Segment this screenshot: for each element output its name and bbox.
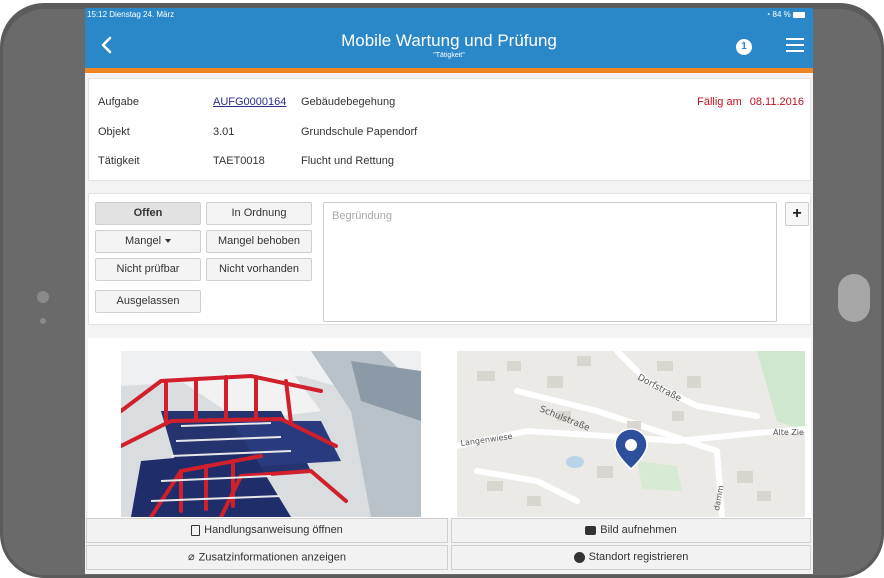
app-header: Mobile Wartung und Prüfung "Tätigkeit" 1 <box>85 22 813 68</box>
status-ausgelassen-button[interactable]: Ausgelassen <box>95 290 201 313</box>
status-mangel-dropdown[interactable]: Mangel <box>95 230 201 253</box>
battery-icon <box>793 11 805 18</box>
status-offen-button[interactable]: Offen <box>95 202 201 225</box>
battery-level: 84 % <box>772 10 791 19</box>
staircase-photo <box>121 351 421 517</box>
map-street-label: Alte Zie <box>773 428 804 437</box>
due-label: Fällig am <box>697 96 742 108</box>
task-value: Gebäudebegehung <box>301 96 396 108</box>
object-label: Objekt <box>98 126 130 138</box>
object-value: Grundschule Papendorf <box>301 126 418 138</box>
camera-sensor <box>40 318 46 324</box>
paperclip-icon: ⌀ <box>188 551 195 563</box>
status-in-ordnung-button[interactable]: In Ordnung <box>206 202 312 225</box>
task-label: Aufgabe <box>98 96 139 108</box>
register-location-label: Standort registrieren <box>588 551 689 563</box>
location-map[interactable]: Dorfstraße Schulstraße Langenwiese Alte … <box>457 351 805 517</box>
wifi-icon: ◔ <box>765 10 773 19</box>
status-time: 15:12 Dienstag 24. März <box>87 10 175 19</box>
due-date: 08.11.2016 <box>749 96 804 108</box>
task-code-link[interactable]: AUFG0000164 <box>213 96 286 108</box>
status-bar: 15:12 Dienstag 24. März ◔ 84 % <box>85 8 813 22</box>
media-panel: Dorfstraße Schulstraße Langenwiese Alte … <box>88 338 811 518</box>
additional-info-label: Zusatzinformationen anzeigen <box>198 551 346 564</box>
status-mangel-behoben-button[interactable]: Mangel behoben <box>206 230 312 253</box>
camera-icon <box>585 525 597 535</box>
notification-badge[interactable]: 1 <box>736 39 752 55</box>
instructions-button[interactable]: Handlungsanweisung öffnen <box>86 518 448 543</box>
take-photo-button[interactable]: Bild aufnehmen <box>451 518 811 543</box>
task-info-panel: Aufgabe AUFG0000164 Gebäudebegehung Fäll… <box>88 78 811 181</box>
reason-textarea[interactable]: Begründung <box>323 202 777 322</box>
additional-info-button[interactable]: ⌀ Zusatzinformationen anzeigen <box>86 545 448 570</box>
hamburger-menu-icon[interactable] <box>786 38 804 53</box>
due-date-info: Fällig am 08.11.2016 <box>697 96 804 108</box>
document-icon <box>191 524 201 536</box>
home-button[interactable] <box>838 274 870 322</box>
globe-icon <box>573 551 585 563</box>
reason-placeholder: Begründung <box>332 210 392 222</box>
page-title: Mobile Wartung und Prüfung <box>341 31 557 50</box>
add-reason-button[interactable]: + <box>785 202 809 226</box>
info-row-object: Objekt 3.01 Grundschule Papendorf <box>89 123 812 143</box>
activity-value: Flucht und Rettung <box>301 155 394 167</box>
page-subtitle: "Tätigkeit" <box>433 52 465 59</box>
instructions-label: Handlungsanweisung öffnen <box>204 524 343 536</box>
status-panel: Offen In Ordnung Mangel Mangel behoben N… <box>88 193 811 325</box>
take-photo-label: Bild aufnehmen <box>600 524 677 536</box>
mangel-label: Mangel <box>124 235 162 247</box>
battery-status: ◔ 84 % <box>765 8 805 22</box>
object-code: 3.01 <box>213 126 235 138</box>
activity-code: TAET0018 <box>213 155 265 167</box>
info-row-task: Aufgabe AUFG0000164 Gebäudebegehung Fäll… <box>89 93 812 113</box>
activity-label: Tätigkeit <box>98 155 140 167</box>
info-row-activity: Tätigkeit TAET0018 Flucht und Rettung <box>89 152 812 172</box>
front-camera <box>37 291 49 303</box>
caret-down-icon <box>165 239 172 244</box>
status-nicht-pruefbar-button[interactable]: Nicht prüfbar <box>95 258 201 281</box>
register-location-button[interactable]: Standort registrieren <box>451 545 811 570</box>
status-nicht-vorhanden-button[interactable]: Nicht vorhanden <box>206 258 312 281</box>
app-screen: 15:12 Dienstag 24. März ◔ 84 % Mobile Wa… <box>85 8 813 574</box>
header-accent-bar <box>85 68 813 73</box>
